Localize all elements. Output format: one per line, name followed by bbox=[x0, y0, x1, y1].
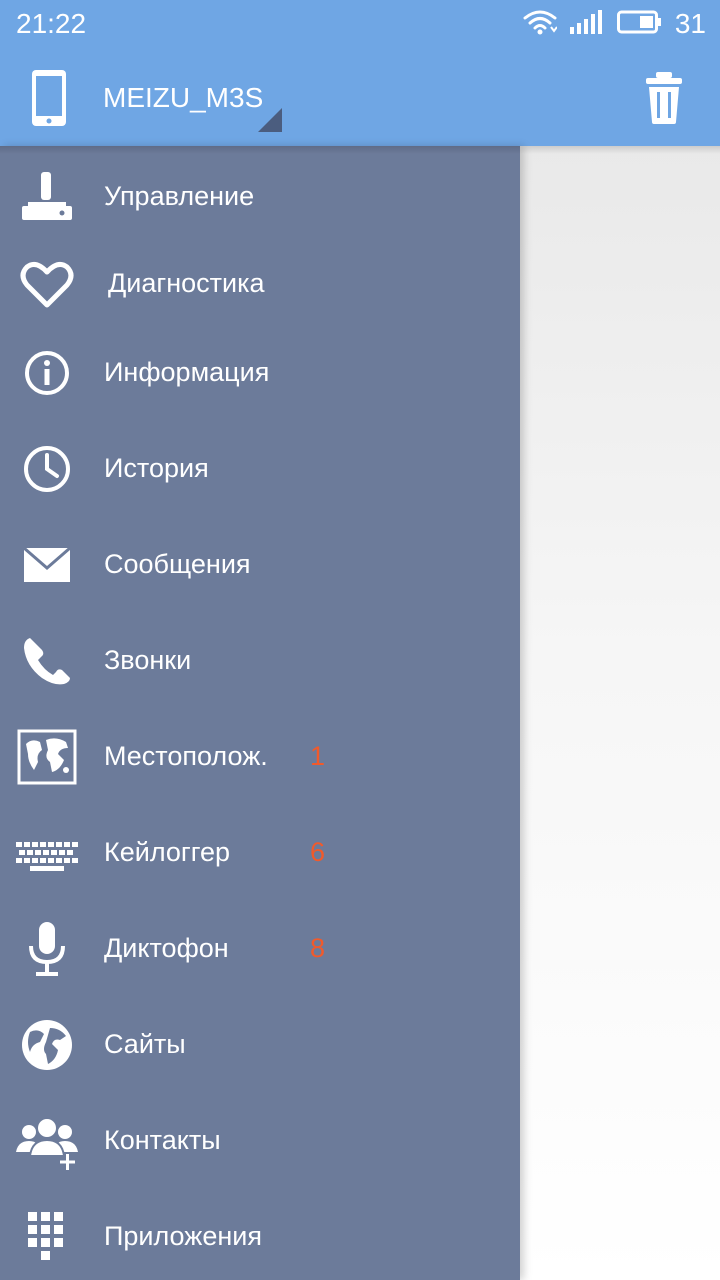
menu-label: Местополож. bbox=[104, 741, 268, 771]
menu-label: Контакты bbox=[104, 1125, 221, 1155]
menu-item-contacts[interactable]: Контакты bbox=[0, 1092, 520, 1188]
menu-label: Диагностика bbox=[108, 268, 265, 298]
envelope-icon bbox=[16, 536, 78, 594]
menu-item-apps[interactable]: Приложения bbox=[0, 1188, 520, 1280]
menu-badge: 8 bbox=[310, 933, 326, 963]
battery-icon bbox=[616, 10, 663, 39]
phone-handset-icon bbox=[16, 632, 78, 690]
menu-badge: 6 bbox=[310, 837, 326, 867]
navigation-drawer: Управление Диагностика Информация Истори… bbox=[0, 146, 520, 1280]
clock-icon bbox=[16, 440, 78, 498]
app-bar: MEIZU_M3S bbox=[0, 48, 720, 146]
joystick-icon bbox=[16, 168, 78, 226]
dropdown-triangle-icon[interactable] bbox=[258, 108, 282, 132]
menu-label: Сайты bbox=[104, 1029, 186, 1059]
menu-item-diagnostics[interactable]: Диагностика bbox=[0, 235, 520, 331]
menu-label: История bbox=[104, 453, 209, 483]
menu-item-information[interactable]: Информация bbox=[0, 324, 520, 420]
menu-badge: 1 bbox=[310, 741, 326, 771]
menu-item-messages[interactable]: Сообщения bbox=[0, 516, 520, 612]
menu-item-sites[interactable]: Сайты bbox=[0, 996, 520, 1092]
phone-icon[interactable] bbox=[30, 68, 68, 128]
apps-grid-icon bbox=[16, 1208, 78, 1266]
menu-label: Диктофон bbox=[104, 933, 229, 963]
battery-level: 31 bbox=[674, 8, 706, 39]
menu-label: Звонки bbox=[104, 645, 192, 675]
menu-item-keylogger[interactable]: Кейлоггер 6 bbox=[0, 804, 520, 900]
signal-icon bbox=[569, 9, 605, 40]
menu-item-history[interactable]: История bbox=[0, 420, 520, 516]
menu-item-location[interactable]: Местополож. 1 bbox=[0, 708, 520, 804]
status-icons: 31 bbox=[523, 8, 706, 40]
device-name[interactable]: MEIZU_M3S bbox=[103, 82, 263, 114]
status-bar: 21:22 31 bbox=[0, 0, 720, 48]
menu-item-control[interactable]: Управление bbox=[0, 148, 520, 244]
menu-label: Управление bbox=[104, 181, 255, 211]
wifi-icon bbox=[523, 9, 558, 40]
globe-icon bbox=[16, 1016, 78, 1074]
menu-item-recorder[interactable]: Диктофон 8 bbox=[0, 900, 520, 996]
heart-icon bbox=[16, 255, 78, 313]
menu-label: Сообщения bbox=[104, 549, 251, 579]
status-time: 21:22 bbox=[16, 8, 87, 39]
menu-label: Кейлоггер bbox=[104, 837, 231, 867]
menu-label: Приложения bbox=[104, 1221, 262, 1251]
menu-item-calls[interactable]: Звонки bbox=[0, 612, 520, 708]
map-icon bbox=[16, 728, 78, 786]
contacts-add-icon bbox=[16, 1112, 78, 1170]
trash-icon[interactable] bbox=[640, 70, 688, 126]
menu-label: Информация bbox=[104, 357, 270, 387]
main-content bbox=[520, 146, 720, 1280]
microphone-icon bbox=[16, 920, 78, 978]
info-icon bbox=[16, 344, 78, 402]
keyboard-icon bbox=[16, 824, 78, 882]
